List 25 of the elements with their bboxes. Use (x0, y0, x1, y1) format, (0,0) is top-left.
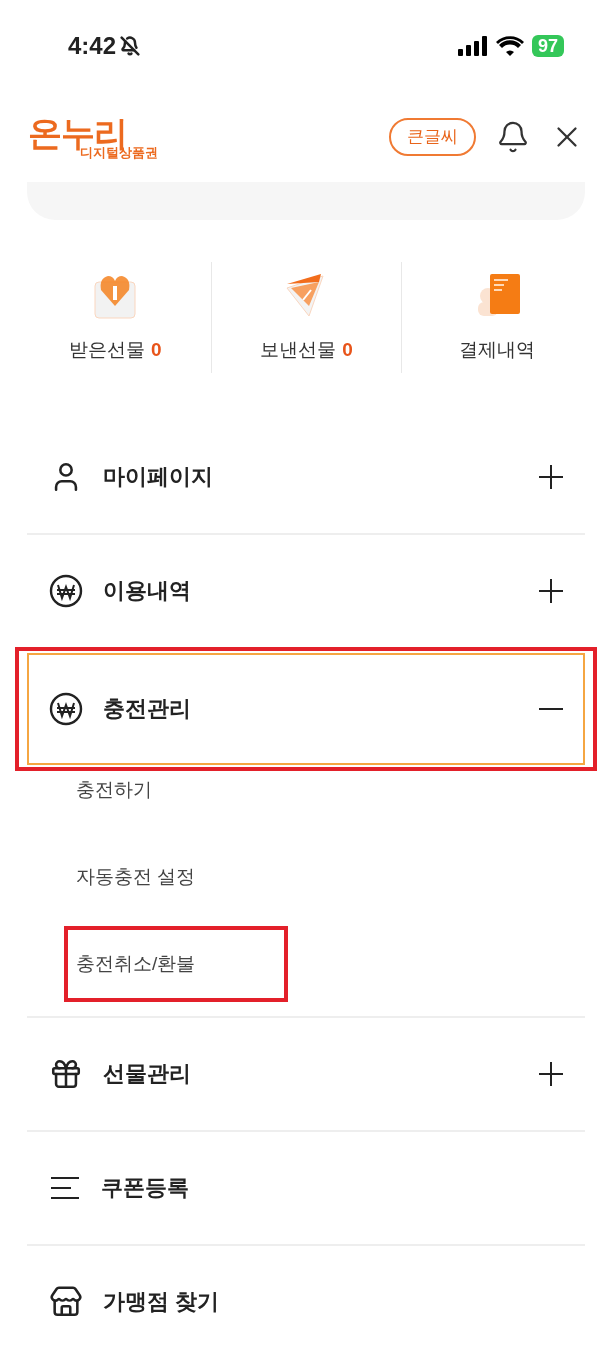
submenu-item[interactable]: 충전하기 (76, 775, 276, 805)
quick-link[interactable]: 결제내역 (459, 336, 536, 365)
submenu-item[interactable]: 충전취소/환불 (76, 949, 276, 979)
won-icon (49, 573, 83, 608)
menu-item[interactable]: 가맹점 찾기 (27, 1245, 585, 1358)
battery-indicator: 97 (531, 35, 564, 57)
store-icon (49, 1284, 83, 1319)
wifi-icon (495, 36, 524, 56)
signal-icon (457, 36, 488, 56)
list-icon (49, 1174, 81, 1201)
menu-item[interactable]: 쿠폰등록 (27, 1131, 585, 1244)
collapse-icon (539, 707, 563, 710)
expand-icon (539, 1061, 563, 1086)
menu-item[interactable]: 선물관리 (27, 1017, 585, 1130)
notification-icon[interactable] (496, 120, 530, 154)
quick-link[interactable]: 받은선물 0 (69, 336, 162, 365)
menu-item[interactable]: 충전관리 (27, 652, 585, 765)
menu-item[interactable]: 마이페이지 (27, 420, 585, 533)
status-time: 4:42 (68, 31, 117, 61)
menu-item[interactable]: 이용내역 (27, 534, 585, 647)
expand-icon (539, 464, 563, 489)
submenu-item[interactable]: 자동충전 설정 (76, 862, 276, 892)
won-icon (49, 691, 83, 726)
quick-link[interactable]: 보낸선물 0 (260, 336, 353, 365)
expand-icon (539, 578, 563, 603)
